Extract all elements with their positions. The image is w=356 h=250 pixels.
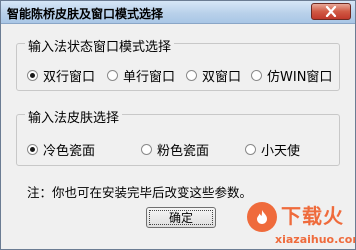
mode-group-legend: 输入法状态窗口模式选择: [25, 36, 175, 55]
radio-unselected-icon[interactable]: [141, 144, 152, 155]
close-icon: [325, 6, 337, 17]
watermark-logo: 下载火 xiazaihuo.com: [247, 198, 356, 249]
radio-label: 双行窗口: [43, 70, 96, 85]
radio-selected-icon[interactable]: [27, 144, 38, 155]
window-title: 智能陈桥皮肤及窗口模式选择: [7, 7, 164, 21]
radio-unselected-icon[interactable]: [186, 70, 197, 81]
title-bar[interactable]: 智能陈桥皮肤及窗口模式选择: [1, 1, 355, 24]
radio-skin-angel[interactable]: 小天使: [245, 140, 300, 159]
radio-unselected-icon[interactable]: [245, 144, 256, 155]
radio-unselected-icon[interactable]: [251, 70, 262, 81]
radio-mode-win-style[interactable]: 仿WIN窗口: [251, 66, 332, 85]
radio-selected-icon[interactable]: [27, 70, 38, 81]
close-button[interactable]: [311, 3, 351, 20]
mode-group: 输入法状态窗口模式选择 双行窗口 单行窗口 双窗口 仿WIN窗口: [16, 36, 340, 91]
watermark-text: 下载火: [281, 204, 344, 228]
radio-label: 粉色瓷面: [157, 144, 210, 159]
radio-label: 冷色瓷面: [43, 144, 96, 159]
skin-group-legend: 输入法皮肤选择: [25, 107, 123, 126]
ok-button-label: 确定: [168, 211, 193, 225]
skin-group: 输入法皮肤选择 冷色瓷面 粉色瓷面 小天使: [16, 107, 340, 166]
flame-icon: [247, 202, 277, 232]
watermark-url: xiazaihuo.com: [275, 233, 356, 246]
ok-button[interactable]: 确定: [146, 207, 216, 228]
radio-label: 单行窗口: [123, 70, 176, 85]
radio-mode-single-line[interactable]: 单行窗口: [107, 66, 175, 85]
note-text: 注：你也可在安装完毕后改变这些参数。: [27, 185, 253, 200]
radio-label: 小天使: [261, 144, 301, 159]
radio-mode-double-line[interactable]: 双行窗口: [27, 66, 95, 85]
radio-label: 仿WIN窗口: [267, 70, 333, 85]
radio-mode-dual-window[interactable]: 双窗口: [186, 66, 241, 85]
radio-skin-pink[interactable]: 粉色瓷面: [141, 140, 209, 159]
radio-unselected-icon[interactable]: [107, 70, 118, 81]
radio-label: 双窗口: [202, 70, 242, 85]
radio-skin-cool[interactable]: 冷色瓷面: [27, 140, 95, 159]
dialog-window: 智能陈桥皮肤及窗口模式选择 输入法状态窗口模式选择 双行窗口 单行窗口 双窗口 …: [0, 0, 356, 250]
